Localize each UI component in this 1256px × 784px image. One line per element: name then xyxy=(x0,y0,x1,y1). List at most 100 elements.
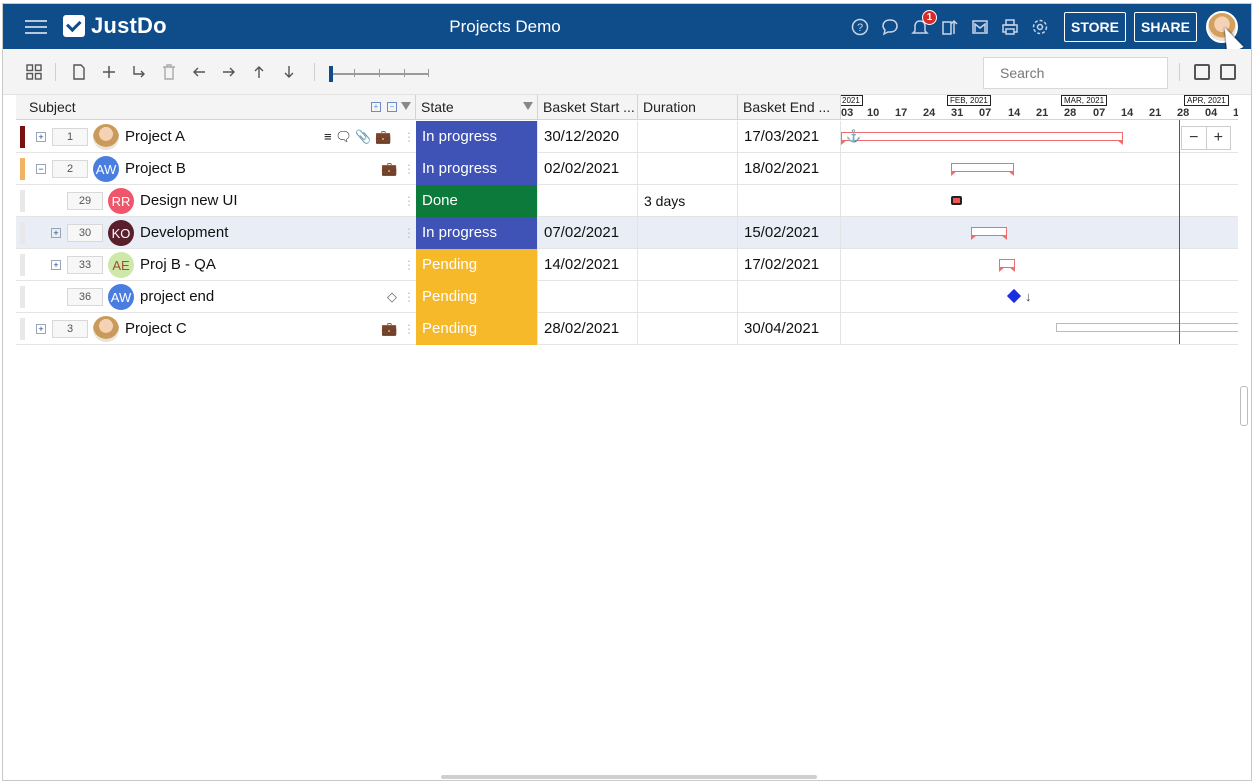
row-menu-icon[interactable]: ⋮ xyxy=(403,121,415,153)
add-task-icon[interactable] xyxy=(100,63,118,81)
comments-icon[interactable]: 🗨 xyxy=(335,129,352,144)
row-menu-icon[interactable]: ⋮ xyxy=(403,153,415,185)
table-row[interactable]: + 33 AE Proj B - QA ⋮ Pending 14/02/2021… xyxy=(16,249,1238,281)
row-menu-icon[interactable]: ⋮ xyxy=(403,281,415,313)
gantt-bar[interactable] xyxy=(841,132,1123,145)
state-cell[interactable]: Pending xyxy=(416,249,538,281)
basket-end-cell[interactable]: 17/03/2021 xyxy=(738,121,841,153)
zoom-out-button[interactable]: − xyxy=(1182,127,1207,149)
expand-icon[interactable]: + xyxy=(36,132,46,142)
expand-icon[interactable]: + xyxy=(36,324,46,334)
duration-cell[interactable] xyxy=(638,313,738,345)
state-cell[interactable]: Pending xyxy=(416,281,538,313)
share-button[interactable]: SHARE xyxy=(1134,12,1197,42)
zoom-in-button[interactable]: + xyxy=(1207,127,1231,149)
basket-start-cell[interactable] xyxy=(538,281,638,313)
expand-icon[interactable]: + xyxy=(51,260,61,270)
avatar[interactable]: AW xyxy=(93,156,119,182)
task-subject[interactable]: project end xyxy=(140,281,214,313)
basket-start-cell[interactable]: 30/12/2020 xyxy=(538,121,638,153)
gantt-bar[interactable] xyxy=(1056,323,1238,332)
settings-icon[interactable] xyxy=(1029,16,1051,38)
attachment-icon[interactable]: 📎 xyxy=(355,129,371,144)
column-header-subject[interactable]: Subject + − xyxy=(16,95,416,120)
filter-icon[interactable] xyxy=(401,102,411,110)
state-cell[interactable]: Done xyxy=(416,185,538,217)
table-row[interactable]: + 1 Project A ≡ 🗨 📎 💼 ⋮ In progress 30/1… xyxy=(16,121,1238,153)
table-row[interactable]: 36 AW project end ◇ ⋮ Pending ↓ xyxy=(16,281,1238,313)
duration-cell[interactable] xyxy=(638,217,738,249)
row-menu-icon[interactable]: ⋮ xyxy=(403,185,415,217)
chat-icon[interactable] xyxy=(879,16,901,38)
avatar[interactable]: RR xyxy=(108,188,134,214)
search-input[interactable]: Search xyxy=(983,57,1168,89)
arrow-right-icon[interactable] xyxy=(220,63,238,81)
gantt-bar[interactable] xyxy=(999,259,1015,272)
help-icon[interactable]: ? xyxy=(849,16,871,38)
collapse-all-icon[interactable]: − xyxy=(387,102,397,112)
avatar[interactable]: KO xyxy=(108,220,134,246)
row-menu-icon[interactable]: ⋮ xyxy=(403,313,415,345)
vertical-resize-handle[interactable] xyxy=(1240,386,1248,426)
table-row[interactable]: − 2 AW Project B 💼 ⋮ In progress 02/02/2… xyxy=(16,153,1238,185)
gmail-icon[interactable] xyxy=(969,16,991,38)
avatar[interactable]: AE xyxy=(108,252,134,278)
task-subject[interactable]: Development xyxy=(140,217,228,249)
arrow-up-icon[interactable] xyxy=(250,63,268,81)
column-header-basket-end[interactable]: Basket End ... xyxy=(738,95,841,120)
basket-start-cell[interactable]: 07/02/2021 xyxy=(538,217,638,249)
table-row[interactable]: 29 RR Design new UI ⋮ Done 3 days xyxy=(16,185,1238,217)
task-subject[interactable]: Project C xyxy=(125,313,187,345)
avatar[interactable] xyxy=(93,316,119,342)
basket-end-cell[interactable]: 17/02/2021 xyxy=(738,249,841,281)
description-icon[interactable]: ≡ xyxy=(324,129,332,144)
gantt-bar[interactable] xyxy=(971,227,1007,240)
basket-start-cell[interactable] xyxy=(538,185,638,217)
horizontal-scrollbar[interactable] xyxy=(441,775,817,779)
row-menu-icon[interactable]: ⋮ xyxy=(403,217,415,249)
duration-cell[interactable] xyxy=(638,153,738,185)
basket-end-cell[interactable]: 15/02/2021 xyxy=(738,217,841,249)
arrow-left-icon[interactable] xyxy=(190,63,208,81)
column-header-basket-start[interactable]: Basket Start ... xyxy=(538,95,638,120)
collapse-icon[interactable]: − xyxy=(36,164,46,174)
expand-all-icon[interactable]: + xyxy=(371,102,381,112)
basket-end-cell[interactable]: 30/04/2021 xyxy=(738,313,841,345)
duration-cell[interactable] xyxy=(638,249,738,281)
notifications-icon[interactable]: 1 xyxy=(909,10,937,38)
upload-icon[interactable] xyxy=(939,16,961,38)
duration-cell[interactable] xyxy=(638,121,738,153)
project-briefcase-icon[interactable]: 💼 xyxy=(381,313,397,345)
basket-start-cell[interactable]: 14/02/2021 xyxy=(538,249,638,281)
arrow-down-icon[interactable] xyxy=(280,63,298,81)
print-icon[interactable] xyxy=(999,16,1021,38)
basket-start-cell[interactable]: 28/02/2021 xyxy=(538,313,638,345)
project-briefcase-icon[interactable]: 💼 xyxy=(375,129,391,144)
bottom-panel-icon[interactable] xyxy=(1194,64,1210,80)
expand-icon[interactable]: + xyxy=(51,228,61,238)
task-subject[interactable]: Project B xyxy=(125,153,186,185)
column-header-state[interactable]: State xyxy=(416,95,538,120)
project-briefcase-icon[interactable]: 💼 xyxy=(381,153,397,185)
task-subject[interactable]: Proj B - QA xyxy=(140,249,216,281)
duration-cell[interactable] xyxy=(638,281,738,313)
table-row[interactable]: + 30 KO Development ⋮ In progress 07/02/… xyxy=(16,217,1238,249)
milestone-icon[interactable]: ◇ xyxy=(387,281,397,313)
basket-end-cell[interactable] xyxy=(738,185,841,217)
side-panel-icon[interactable] xyxy=(1220,64,1236,80)
slider-handle[interactable] xyxy=(329,66,333,82)
gantt-milestone[interactable] xyxy=(1006,288,1022,304)
avatar[interactable]: AW xyxy=(108,284,134,310)
add-subtask-icon[interactable] xyxy=(130,63,148,81)
row-menu-icon[interactable]: ⋮ xyxy=(403,249,415,281)
state-cell[interactable]: In progress xyxy=(416,153,538,185)
basket-end-cell[interactable]: 18/02/2021 xyxy=(738,153,841,185)
column-header-duration[interactable]: Duration xyxy=(638,95,738,120)
duration-cell[interactable]: 3 days xyxy=(638,185,738,217)
zoom-slider[interactable] xyxy=(329,66,429,82)
new-document-icon[interactable] xyxy=(70,63,88,81)
state-cell[interactable]: Pending xyxy=(416,313,538,345)
store-button[interactable]: STORE xyxy=(1064,12,1126,42)
task-subject[interactable]: Project A xyxy=(125,121,185,153)
task-subject[interactable]: Design new UI xyxy=(140,185,238,217)
